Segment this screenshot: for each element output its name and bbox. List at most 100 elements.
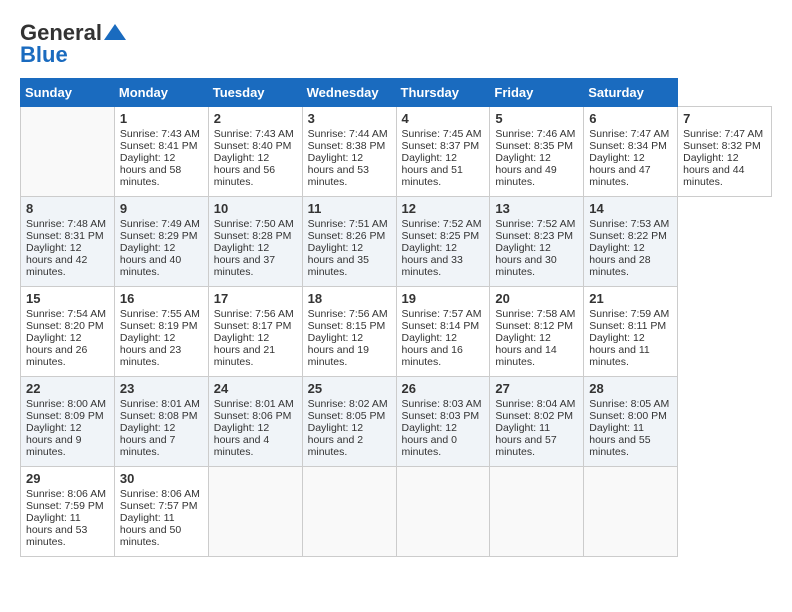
sunset-text: Sunset: 8:00 PM (589, 410, 672, 422)
day-number: 24 (214, 381, 297, 396)
sunset-text: Sunset: 8:40 PM (214, 140, 297, 152)
day-number: 6 (589, 111, 672, 126)
weekday-header-sunday: Sunday (21, 79, 115, 107)
logo: General Blue (20, 20, 126, 68)
daylight-text: Daylight: 12 hours and 2 minutes. (308, 422, 391, 458)
sunset-text: Sunset: 8:31 PM (26, 230, 109, 242)
daylight-text: Daylight: 12 hours and 35 minutes. (308, 242, 391, 278)
day-number: 12 (402, 201, 485, 216)
sunrise-text: Sunrise: 8:06 AM (26, 488, 109, 500)
daylight-text: Daylight: 11 hours and 55 minutes. (589, 422, 672, 458)
day-number: 25 (308, 381, 391, 396)
daylight-text: Daylight: 12 hours and 14 minutes. (495, 332, 578, 368)
calendar-cell: 8Sunrise: 7:48 AMSunset: 8:31 PMDaylight… (21, 197, 115, 287)
daylight-text: Daylight: 12 hours and 44 minutes. (683, 152, 766, 188)
sunrise-text: Sunrise: 7:50 AM (214, 218, 297, 230)
day-number: 22 (26, 381, 109, 396)
daylight-text: Daylight: 11 hours and 50 minutes. (120, 512, 203, 548)
calendar-cell: 29Sunrise: 8:06 AMSunset: 7:59 PMDayligh… (21, 467, 115, 557)
daylight-text: Daylight: 12 hours and 16 minutes. (402, 332, 485, 368)
sunset-text: Sunset: 8:09 PM (26, 410, 109, 422)
calendar-table: SundayMondayTuesdayWednesdayThursdayFrid… (20, 78, 772, 557)
day-number: 8 (26, 201, 109, 216)
day-number: 1 (120, 111, 203, 126)
calendar-cell: 13Sunrise: 7:52 AMSunset: 8:23 PMDayligh… (490, 197, 584, 287)
calendar-week-4: 22Sunrise: 8:00 AMSunset: 8:09 PMDayligh… (21, 377, 772, 467)
sunset-text: Sunset: 7:59 PM (26, 500, 109, 512)
daylight-text: Daylight: 11 hours and 57 minutes. (495, 422, 578, 458)
calendar-cell: 25Sunrise: 8:02 AMSunset: 8:05 PMDayligh… (302, 377, 396, 467)
calendar-cell: 20Sunrise: 7:58 AMSunset: 8:12 PMDayligh… (490, 287, 584, 377)
weekday-header-friday: Friday (490, 79, 584, 107)
calendar-week-2: 8Sunrise: 7:48 AMSunset: 8:31 PMDaylight… (21, 197, 772, 287)
sunrise-text: Sunrise: 7:46 AM (495, 128, 578, 140)
calendar-cell: 6 Sunrise: 7:47 AMSunset: 8:34 PMDaylight… (584, 107, 678, 197)
sunrise-text: Sunrise: 7:47 AM (683, 128, 766, 140)
daylight-text: Daylight: 12 hours and 7 minutes. (120, 422, 203, 458)
daylight-text: Daylight: 12 hours and 53 minutes. (308, 152, 391, 188)
day-number: 18 (308, 291, 391, 306)
sunset-text: Sunset: 8:17 PM (214, 320, 297, 332)
day-number: 16 (120, 291, 203, 306)
sunset-text: Sunset: 8:20 PM (26, 320, 109, 332)
daylight-text: Daylight: 12 hours and 37 minutes. (214, 242, 297, 278)
calendar-cell: 12Sunrise: 7:52 AMSunset: 8:25 PMDayligh… (396, 197, 490, 287)
sunset-text: Sunset: 8:28 PM (214, 230, 297, 242)
sunrise-text: Sunrise: 7:47 AM (589, 128, 672, 140)
calendar-cell: 1 Sunrise: 7:43 AMSunset: 8:41 PMDaylight… (114, 107, 208, 197)
daylight-text: Daylight: 12 hours and 58 minutes. (120, 152, 203, 188)
calendar-cell: 30Sunrise: 8:06 AMSunset: 7:57 PMDayligh… (114, 467, 208, 557)
sunset-text: Sunset: 8:22 PM (589, 230, 672, 242)
calendar-cell (584, 467, 678, 557)
daylight-text: Daylight: 12 hours and 9 minutes. (26, 422, 109, 458)
sunset-text: Sunset: 8:03 PM (402, 410, 485, 422)
calendar-cell: 28Sunrise: 8:05 AMSunset: 8:00 PMDayligh… (584, 377, 678, 467)
sunrise-text: Sunrise: 7:52 AM (495, 218, 578, 230)
daylight-text: Daylight: 12 hours and 47 minutes. (589, 152, 672, 188)
sunrise-text: Sunrise: 7:43 AM (214, 128, 297, 140)
sunrise-text: Sunrise: 8:00 AM (26, 398, 109, 410)
logo-icon (104, 24, 126, 40)
day-number: 10 (214, 201, 297, 216)
calendar-cell: 14Sunrise: 7:53 AMSunset: 8:22 PMDayligh… (584, 197, 678, 287)
sunrise-text: Sunrise: 8:03 AM (402, 398, 485, 410)
sunset-text: Sunset: 8:08 PM (120, 410, 203, 422)
day-number: 21 (589, 291, 672, 306)
sunrise-text: Sunrise: 7:44 AM (308, 128, 391, 140)
page-header: General Blue (20, 20, 772, 68)
weekday-header-tuesday: Tuesday (208, 79, 302, 107)
sunset-text: Sunset: 8:23 PM (495, 230, 578, 242)
calendar-cell: 17Sunrise: 7:56 AMSunset: 8:17 PMDayligh… (208, 287, 302, 377)
sunset-text: Sunset: 8:35 PM (495, 140, 578, 152)
sunrise-text: Sunrise: 7:49 AM (120, 218, 203, 230)
daylight-text: Daylight: 12 hours and 33 minutes. (402, 242, 485, 278)
sunset-text: Sunset: 8:05 PM (308, 410, 391, 422)
day-number: 3 (308, 111, 391, 126)
sunrise-text: Sunrise: 7:56 AM (214, 308, 297, 320)
daylight-text: Daylight: 12 hours and 42 minutes. (26, 242, 109, 278)
sunrise-text: Sunrise: 7:52 AM (402, 218, 485, 230)
sunrise-text: Sunrise: 8:01 AM (214, 398, 297, 410)
daylight-text: Daylight: 12 hours and 49 minutes. (495, 152, 578, 188)
sunset-text: Sunset: 8:34 PM (589, 140, 672, 152)
calendar-cell (490, 467, 584, 557)
calendar-cell: 19Sunrise: 7:57 AMSunset: 8:14 PMDayligh… (396, 287, 490, 377)
weekday-header-thursday: Thursday (396, 79, 490, 107)
daylight-text: Daylight: 11 hours and 53 minutes. (26, 512, 109, 548)
sunrise-text: Sunrise: 7:55 AM (120, 308, 203, 320)
weekday-header-wednesday: Wednesday (302, 79, 396, 107)
calendar-cell: 23Sunrise: 8:01 AMSunset: 8:08 PMDayligh… (114, 377, 208, 467)
calendar-week-3: 15Sunrise: 7:54 AMSunset: 8:20 PMDayligh… (21, 287, 772, 377)
sunrise-text: Sunrise: 7:43 AM (120, 128, 203, 140)
calendar-cell (21, 107, 115, 197)
daylight-text: Daylight: 12 hours and 4 minutes. (214, 422, 297, 458)
logo-blue-text: Blue (20, 42, 68, 68)
sunset-text: Sunset: 8:11 PM (589, 320, 672, 332)
daylight-text: Daylight: 12 hours and 11 minutes. (589, 332, 672, 368)
sunrise-text: Sunrise: 8:06 AM (120, 488, 203, 500)
sunset-text: Sunset: 8:41 PM (120, 140, 203, 152)
day-number: 23 (120, 381, 203, 396)
calendar-cell: 4Sunrise: 7:45 AMSunset: 8:37 PMDaylight… (396, 107, 490, 197)
calendar-cell: 22 Sunrise: 8:00 AMSunset: 8:09 PMDayligh… (21, 377, 115, 467)
sunrise-text: Sunrise: 7:57 AM (402, 308, 485, 320)
